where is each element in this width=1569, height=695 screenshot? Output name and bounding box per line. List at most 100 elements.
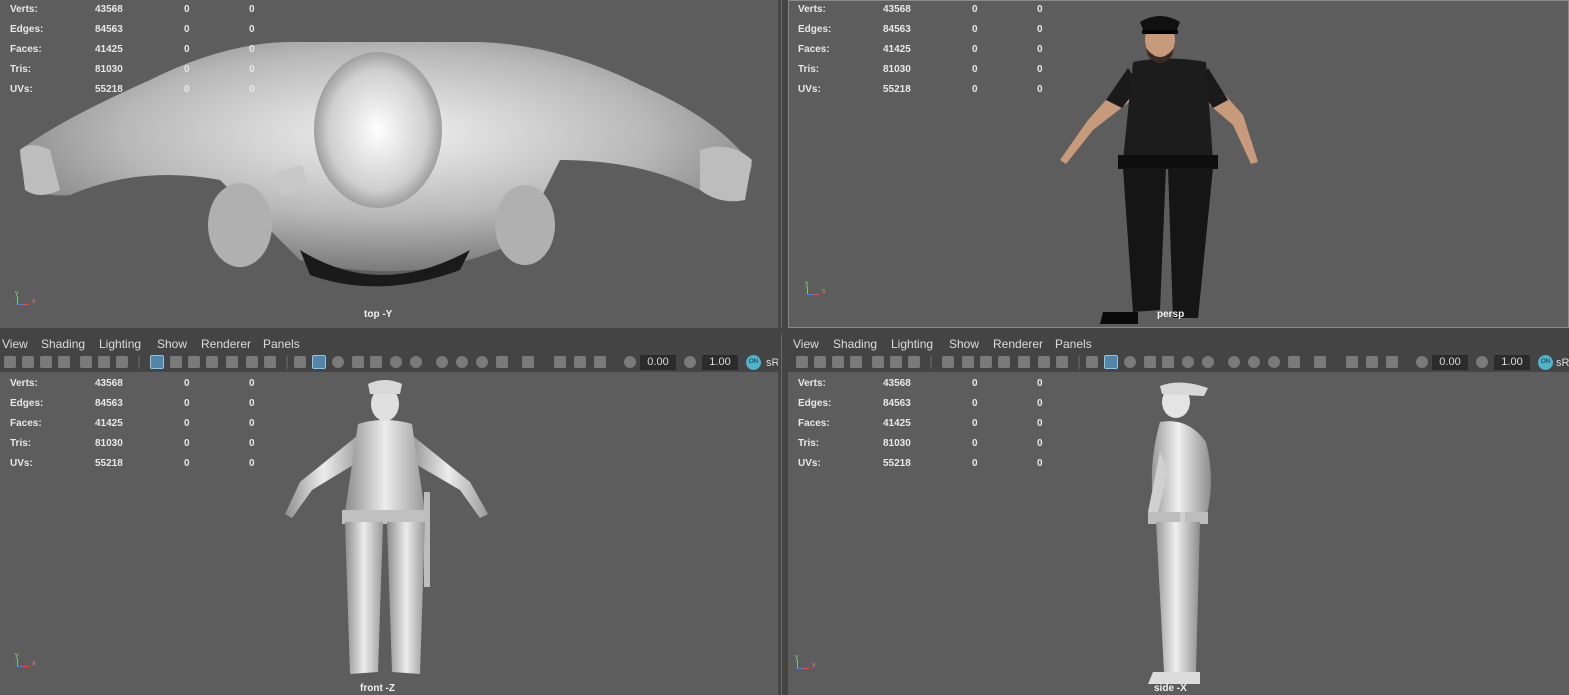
wireframe-icon[interactable] (294, 356, 306, 368)
gamma-icon[interactable] (1476, 356, 1488, 368)
viewport-top[interactable]: Verts: 43568 0 0 Edges: 84563 0 0 Faces: 41425 0… (0, 0, 778, 328)
film-gate-icon[interactable] (170, 356, 182, 368)
hud-value: 0 (249, 378, 255, 389)
menu-show[interactable]: Show (949, 337, 979, 351)
menu-view[interactable]: View (793, 337, 819, 351)
hud-value: 81030 (883, 438, 911, 449)
textured-icon[interactable] (1162, 356, 1174, 368)
pane-splitter-horizontal[interactable] (0, 328, 1569, 334)
axis-x-label: x (32, 660, 36, 667)
menu-shading[interactable]: Shading (41, 337, 85, 351)
wireframe-on-shaded-icon[interactable] (1144, 356, 1156, 368)
hud-label: UVs: (798, 458, 821, 469)
axis-gizmo-icon: yx (14, 652, 44, 670)
shadows-icon[interactable] (1202, 356, 1214, 368)
isolate-icon[interactable] (522, 356, 534, 368)
menu-panels[interactable]: Panels (263, 337, 300, 351)
field-chart-icon[interactable] (1018, 356, 1030, 368)
gamma-field[interactable]: 1.00 (1494, 355, 1530, 370)
camera-attributes-icon[interactable] (832, 356, 844, 368)
xray-components-icon[interactable] (594, 356, 606, 368)
isolate-icon[interactable] (1314, 356, 1326, 368)
resolution-gate-icon[interactable] (980, 356, 992, 368)
textured-icon[interactable] (370, 356, 382, 368)
viewport-side[interactable]: View Shading Lighting Show Renderer Pane… (788, 334, 1569, 695)
viewport-front[interactable]: View Shading Lighting Show Renderer Pane… (0, 334, 778, 695)
lights-icon[interactable] (1182, 356, 1194, 368)
panel-toolbar: 0.00 1.00 ON sR (0, 354, 778, 372)
grease-pencil-icon[interactable] (116, 356, 128, 368)
select-camera-icon[interactable] (796, 356, 808, 368)
two-d-pan-icon[interactable] (98, 356, 110, 368)
menu-view[interactable]: View (2, 337, 28, 351)
menu-lighting[interactable]: Lighting (891, 337, 933, 351)
hud-value: 84563 (95, 398, 123, 409)
anti-aliasing-icon[interactable] (1268, 356, 1280, 368)
xray-components-icon[interactable] (1386, 356, 1398, 368)
color-space-label[interactable]: sR (1556, 357, 1569, 369)
wireframe-icon[interactable] (1086, 356, 1098, 368)
camera-icon[interactable] (814, 356, 826, 368)
wireframe-on-shaded-icon[interactable] (352, 356, 364, 368)
camera-attributes-icon[interactable] (40, 356, 52, 368)
safe-action-icon[interactable] (1038, 356, 1050, 368)
color-management-toggle[interactable]: ON (1538, 355, 1553, 370)
gate-mask-icon[interactable] (206, 356, 218, 368)
pane-splitter-vertical[interactable] (778, 0, 788, 695)
safe-title-icon[interactable] (264, 356, 276, 368)
viewport-persp[interactable]: Verts: 43568 0 0 Edges: 84563 0 0 Faces: 41425 0… (788, 0, 1569, 328)
hud-label: Edges: (798, 398, 832, 409)
xray-joints-icon[interactable] (574, 356, 586, 368)
menu-renderer[interactable]: Renderer (993, 337, 1043, 351)
lights-icon[interactable] (390, 356, 402, 368)
exposure-field[interactable]: 0.00 (640, 355, 676, 370)
hud-value: 0 (1037, 64, 1043, 75)
safe-title-icon[interactable] (1056, 356, 1068, 368)
menu-show[interactable]: Show (157, 337, 187, 351)
screen-space-ao-icon[interactable] (1228, 356, 1240, 368)
exposure-field[interactable]: 0.00 (1432, 355, 1468, 370)
smooth-shade-icon[interactable] (312, 355, 326, 369)
two-d-pan-icon[interactable] (890, 356, 902, 368)
exposure-icon[interactable] (624, 356, 636, 368)
bookmark-icon[interactable] (850, 356, 862, 368)
resolution-gate-icon[interactable] (188, 356, 200, 368)
field-chart-icon[interactable] (226, 356, 238, 368)
smooth-shade-icon[interactable] (1104, 355, 1118, 369)
xray-icon[interactable] (554, 356, 566, 368)
depth-of-field-icon[interactable] (1288, 356, 1300, 368)
anti-aliasing-icon[interactable] (476, 356, 488, 368)
exposure-icon[interactable] (1416, 356, 1428, 368)
gamma-field[interactable]: 1.00 (702, 355, 738, 370)
menu-lighting[interactable]: Lighting (99, 337, 141, 351)
xray-icon[interactable] (1346, 356, 1358, 368)
camera-icon[interactable] (22, 356, 34, 368)
gamma-icon[interactable] (684, 356, 696, 368)
screen-space-ao-icon[interactable] (436, 356, 448, 368)
shadows-icon[interactable] (410, 356, 422, 368)
xray-joints-icon[interactable] (1366, 356, 1378, 368)
select-camera-icon[interactable] (4, 356, 16, 368)
axis-x-label: x (812, 662, 816, 669)
safe-action-icon[interactable] (246, 356, 258, 368)
menu-renderer[interactable]: Renderer (201, 337, 251, 351)
image-plane-icon[interactable] (872, 356, 884, 368)
menu-panels[interactable]: Panels (1055, 337, 1092, 351)
use-default-material-icon[interactable] (1124, 356, 1136, 368)
motion-blur-icon[interactable] (1248, 356, 1260, 368)
color-space-label[interactable]: sR (766, 357, 778, 369)
color-management-toggle[interactable]: ON (746, 355, 761, 370)
depth-of-field-icon[interactable] (496, 356, 508, 368)
menu-shading[interactable]: Shading (833, 337, 877, 351)
image-plane-icon[interactable] (80, 356, 92, 368)
grid-icon[interactable] (942, 356, 954, 368)
bookmark-icon[interactable] (58, 356, 70, 368)
gate-mask-icon[interactable] (998, 356, 1010, 368)
motion-blur-icon[interactable] (456, 356, 468, 368)
grid-icon[interactable] (150, 355, 164, 369)
hud-value: 0 (1037, 398, 1043, 409)
film-gate-icon[interactable] (962, 356, 974, 368)
use-default-material-icon[interactable] (332, 356, 344, 368)
grease-pencil-icon[interactable] (908, 356, 920, 368)
axis-gizmo-icon: yx (14, 290, 44, 308)
